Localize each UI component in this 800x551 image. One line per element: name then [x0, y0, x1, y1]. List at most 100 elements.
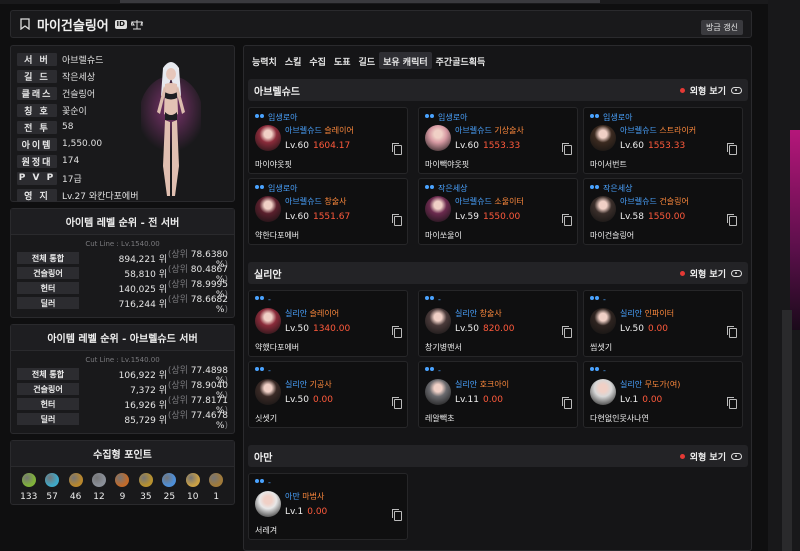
character-portrait: [255, 125, 281, 151]
character-card[interactable]: 입생로아 아브렐슈드 기상술사 Lv.60 1553.33 마이빽야옷핏: [418, 107, 578, 174]
orpheus-star-icon: [185, 473, 200, 487]
guild-icon: [590, 185, 600, 192]
guild-name: 작은세상: [438, 184, 468, 193]
appearance-toggle[interactable]: 외형 보기: [679, 450, 742, 463]
character-level: Lv.60 1551.67: [285, 212, 350, 222]
collection-item[interactable]: 1: [205, 473, 227, 502]
section-header: 실리안 외형 보기: [248, 262, 748, 284]
tab-6[interactable]: 주간골드획득: [432, 52, 490, 69]
server-section: 실리안 외형 보기 - 실리안 슬레이어 Lv.50 1340.00 약했다포에버 - 실리안 …: [248, 262, 748, 428]
collection-count: 25: [163, 492, 176, 502]
character-portrait: [425, 196, 451, 222]
character-portrait: [255, 308, 281, 334]
character-card[interactable]: - 실리안 슬레이어 Lv.50 1340.00 약했다포에버: [248, 290, 408, 357]
refresh-button[interactable]: 방금 갱신: [701, 20, 743, 35]
copy-icon[interactable]: [727, 397, 737, 409]
character-portrait: [255, 491, 281, 517]
copy-icon[interactable]: [392, 326, 402, 338]
character-card[interactable]: - 실리안 기공사 Lv.50 0.00 싯셋기: [248, 361, 408, 428]
character-card[interactable]: - 아만 마법사 Lv.1 0.00 서레겨: [248, 473, 408, 540]
rank-prefix: (상위: [167, 294, 188, 305]
collection-item[interactable]: 35: [135, 473, 157, 502]
collection-item[interactable]: 133: [18, 473, 40, 502]
class-name: 슬레이어: [324, 126, 354, 135]
tab-0[interactable]: 능력치: [248, 52, 281, 69]
character-card[interactable]: 작은세상 아브렐슈드 건슬링어 Lv.58 1550.00 마이건슬링어: [583, 178, 743, 245]
character-server: 아브렐슈드: [620, 197, 657, 206]
character-card[interactable]: - 실리안 호크아이 Lv.11 0.00 레알빽초: [418, 361, 578, 428]
island-heart-icon: [45, 473, 60, 487]
character-server: 아브렐슈드: [455, 197, 492, 206]
rank-server-title: 아이템 레벨 순위 - 아브렐슈드 서버: [11, 325, 234, 351]
rank-percent-value: 77.4678 %: [190, 410, 228, 431]
character-card[interactable]: - 실리안 무도가(여) Lv.1 0.00 다현없인못사나연: [583, 361, 743, 428]
character-class: 아브렐슈드 건슬링어: [620, 196, 689, 207]
character-level: Lv.11 0.00: [455, 395, 503, 405]
character-card[interactable]: 입생로아 아브렐슈드 스트라이커 Lv.60 1553.33 마이서번트: [583, 107, 743, 174]
guild-name: 입생로아: [268, 184, 298, 193]
rank-category: 전체 통합: [17, 252, 79, 264]
character-card[interactable]: - 실리안 창술사 Lv.50 820.00 창기병맨서: [418, 290, 578, 357]
copy-icon[interactable]: [727, 326, 737, 338]
collection-item[interactable]: 57: [41, 473, 63, 502]
character-class: 실리안 기공사: [285, 379, 332, 390]
copy-icon[interactable]: [392, 509, 402, 521]
collection-item[interactable]: 46: [65, 473, 87, 502]
profile-value: Lv.27 와칸다포에버: [62, 191, 139, 202]
appearance-toggle[interactable]: 외형 보기: [679, 84, 742, 97]
character-card[interactable]: 작은세상 아브렐슈드 소울이터 Lv.59 1550.00 마이쏘울이: [418, 178, 578, 245]
character-level: Lv.58 1550.00: [620, 212, 685, 222]
guild-label: 입생로아: [255, 112, 297, 123]
character-card[interactable]: - 실리안 인파이터 Lv.50 0.00 씹셋기: [583, 290, 743, 357]
profile-label: 서 버: [17, 52, 57, 66]
profile-value: 174: [62, 156, 80, 166]
rank-suffix: ): [224, 304, 228, 315]
appearance-toggle[interactable]: 외형 보기: [679, 267, 742, 280]
level-value: Lv.60: [620, 141, 644, 151]
collection-item[interactable]: 10: [182, 473, 204, 502]
id-card-icon[interactable]: ID: [114, 19, 127, 29]
level-value: Lv.11: [455, 395, 479, 405]
class-name: 스트라이커: [659, 126, 697, 135]
tab-5[interactable]: 보유 캐릭터: [379, 52, 432, 69]
collection-item[interactable]: 12: [88, 473, 110, 502]
copy-icon[interactable]: [562, 214, 572, 226]
guild-icon: [255, 296, 265, 303]
rank-category: 건슬링어: [17, 383, 79, 395]
guild-label: 입생로아: [425, 112, 467, 123]
tab-2[interactable]: 수집: [305, 52, 330, 69]
character-card[interactable]: 입생로아 아브렐슈드 창술사 Lv.60 1551.67 약한다포에버: [248, 178, 408, 245]
rank-category: 딜러: [17, 297, 79, 309]
guild-name: 입생로아: [603, 113, 633, 122]
collection-item[interactable]: 25: [158, 473, 180, 502]
tab-1[interactable]: 스킬: [281, 52, 306, 69]
character-card[interactable]: 입생로아 아브렐슈드 슬레이어 Lv.60 1604.17 마이야옷핏: [248, 107, 408, 174]
bookmark-icon[interactable]: [19, 18, 31, 30]
toggle-label: 외형 보기: [689, 269, 726, 280]
copy-icon[interactable]: [727, 214, 737, 226]
copy-icon[interactable]: [562, 397, 572, 409]
copy-icon[interactable]: [392, 214, 402, 226]
tab-4[interactable]: 길드: [355, 52, 380, 69]
rank-position: 7,372 위: [130, 385, 167, 396]
copy-icon[interactable]: [562, 143, 572, 155]
copy-icon[interactable]: [562, 326, 572, 338]
copy-icon[interactable]: [392, 143, 402, 155]
guild-name: -: [268, 366, 271, 375]
item-level: 0.00: [307, 507, 328, 517]
rank-position: 85,729 위: [124, 415, 167, 426]
tab-3[interactable]: 도표: [330, 52, 355, 69]
guild-name: 작은세상: [603, 184, 633, 193]
copy-icon[interactable]: [392, 397, 402, 409]
copy-icon[interactable]: [727, 143, 737, 155]
collection-item[interactable]: 9: [111, 473, 133, 502]
level-value: Lv.50: [620, 324, 644, 334]
class-name: 인파이터: [644, 309, 675, 318]
guild-name: -: [438, 295, 441, 304]
character-nickname: 약했다포에버: [255, 343, 300, 352]
character-server: 아만: [285, 492, 300, 501]
eye-icon: [731, 452, 742, 460]
balance-scale-icon[interactable]: [130, 18, 143, 30]
item-level: 1553.33: [647, 141, 686, 151]
world-tree-leaf-icon: [162, 473, 177, 487]
